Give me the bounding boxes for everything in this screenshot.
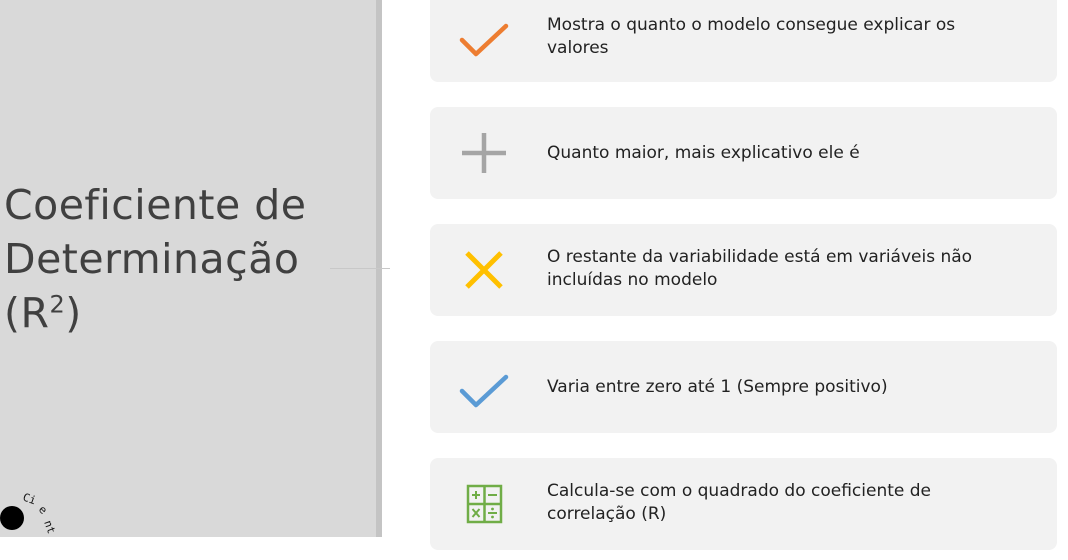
- title-underline-rule: [330, 268, 390, 269]
- list-item: Quanto maior, mais explicativo ele é: [430, 107, 1057, 199]
- title-line-2: Determinação: [4, 235, 300, 283]
- title-line-3: (R2): [4, 289, 82, 337]
- left-panel: Coeficiente de Determinação (R2) o Ci e …: [0, 0, 376, 537]
- svg-text:o: o: [0, 484, 1, 497]
- list-item-text: Calcula-se com o quadrado do coeficiente…: [547, 481, 932, 524]
- check-blue-icon: [459, 374, 509, 408]
- calculator-green-icon: [466, 484, 503, 524]
- close-yellow-icon: [465, 251, 503, 289]
- list-item-text: Quanto maior, mais explicativo ele é: [547, 143, 860, 163]
- svg-text:Ci: Ci: [21, 491, 38, 508]
- slide-title: Coeficiente de Determinação (R2): [4, 178, 307, 340]
- list-item: Calcula-se com o quadrado do coeficiente…: [430, 458, 1057, 550]
- list-item-text: O restante da variabilidade está em vari…: [547, 247, 973, 290]
- list-item: O restante da variabilidade está em vari…: [430, 224, 1057, 316]
- plus-gray-icon: [462, 133, 506, 173]
- list-item: Varia entre zero até 1 (Sempre positivo): [430, 341, 1057, 433]
- title-line-1: Coeficiente de: [4, 181, 307, 229]
- svg-text:e: e: [36, 503, 50, 517]
- list-item-text: Varia entre zero até 1 (Sempre positivo): [547, 377, 888, 397]
- logo-icon: o Ci e nt: [0, 484, 58, 536]
- check-orange-icon: [459, 23, 509, 57]
- list-item: Mostra o quanto o modelo consegue explic…: [430, 0, 1057, 82]
- list-item-text: Mostra o quanto o modelo consegue explic…: [547, 15, 956, 58]
- svg-text:nt: nt: [41, 519, 58, 536]
